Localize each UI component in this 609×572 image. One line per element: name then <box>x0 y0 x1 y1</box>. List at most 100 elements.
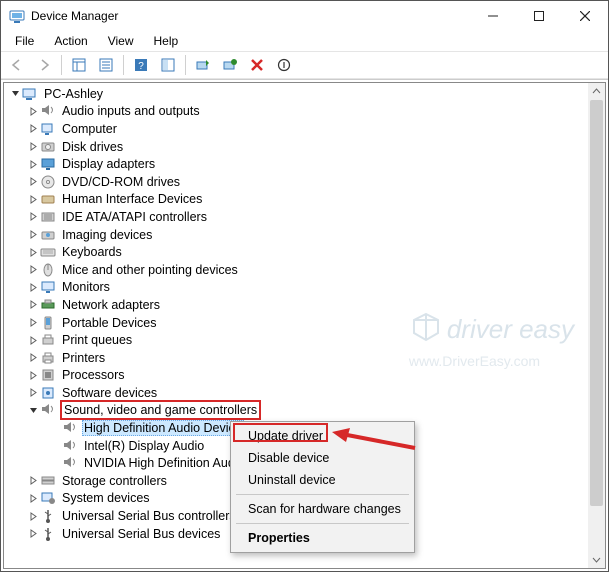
tree-item[interactable]: IDE ATA/ATAPI controllers <box>4 208 588 226</box>
back-button[interactable] <box>5 53 29 77</box>
ctx-properties[interactable]: Properties <box>234 527 411 549</box>
titlebar: Device Manager <box>1 1 608 31</box>
menu-action[interactable]: Action <box>44 32 97 50</box>
chevron-right-icon[interactable] <box>26 124 40 133</box>
chevron-right-icon[interactable] <box>26 107 40 116</box>
scroll-up-button[interactable] <box>588 83 605 100</box>
chevron-right-icon[interactable] <box>26 283 40 292</box>
menu-view[interactable]: View <box>98 32 144 50</box>
ctx-separator <box>236 523 409 524</box>
tree-item[interactable]: Display adapters <box>4 155 588 173</box>
tree-item[interactable]: Keyboards <box>4 243 588 261</box>
speaker-icon <box>62 420 78 436</box>
tree-item[interactable]: Monitors <box>4 279 588 297</box>
maximize-button[interactable] <box>516 1 562 31</box>
window-title: Device Manager <box>31 9 118 23</box>
toolbar-separator <box>185 55 186 75</box>
tree-item[interactable]: Computer <box>4 120 588 138</box>
tree-item[interactable]: Imaging devices <box>4 226 588 244</box>
chevron-right-icon[interactable] <box>26 142 40 151</box>
speaker-icon <box>40 103 56 119</box>
cpu-icon <box>40 367 56 383</box>
toolbar-separator <box>123 55 124 75</box>
menu-file[interactable]: File <box>5 32 44 50</box>
chevron-right-icon[interactable] <box>26 177 40 186</box>
speaker-icon <box>62 438 78 454</box>
ctx-update-driver[interactable]: Update driver <box>234 425 411 447</box>
chevron-right-icon[interactable] <box>26 230 40 239</box>
imaging-icon <box>40 227 56 243</box>
disk-icon <box>40 139 56 155</box>
ctx-uninstall-device[interactable]: Uninstall device <box>234 469 411 491</box>
tree-item[interactable]: DVD/CD-ROM drives <box>4 173 588 191</box>
chevron-right-icon[interactable] <box>26 212 40 221</box>
chevron-right-icon[interactable] <box>26 336 40 345</box>
tree-item-sound[interactable]: Sound, video and game controllers <box>4 402 588 420</box>
tree-item[interactable]: Human Interface Devices <box>4 191 588 209</box>
hid-icon <box>40 191 56 207</box>
chevron-right-icon[interactable] <box>26 265 40 274</box>
usb-icon <box>40 526 56 542</box>
tree-root[interactable]: PC-Ashley <box>4 85 588 103</box>
tree-item[interactable]: Software devices <box>4 384 588 402</box>
ide-icon <box>40 209 56 225</box>
storage-icon <box>40 473 56 489</box>
dvd-icon <box>40 174 56 190</box>
chevron-down-icon[interactable] <box>8 89 22 98</box>
chevron-right-icon[interactable] <box>26 318 40 327</box>
system-icon <box>40 490 56 506</box>
uninstall-button[interactable] <box>245 53 269 77</box>
chevron-right-icon[interactable] <box>26 371 40 380</box>
menubar: File Action View Help <box>1 31 608 51</box>
chevron-right-icon[interactable] <box>26 300 40 309</box>
tree-item[interactable]: Audio inputs and outputs <box>4 103 588 121</box>
vertical-scrollbar[interactable] <box>588 83 605 568</box>
tree-item[interactable]: Printers <box>4 349 588 367</box>
chevron-right-icon[interactable] <box>26 353 40 362</box>
computer-icon <box>40 121 56 137</box>
forward-button[interactable] <box>32 53 56 77</box>
tree-item[interactable]: Portable Devices <box>4 314 588 332</box>
toolbar: ? <box>1 51 608 79</box>
show-hidden-button[interactable] <box>67 53 91 77</box>
tree-item[interactable]: Disk drives <box>4 138 588 156</box>
pc-icon <box>22 86 38 102</box>
help-button[interactable]: ? <box>129 53 153 77</box>
portable-icon <box>40 315 56 331</box>
minimize-button[interactable] <box>470 1 516 31</box>
keyboard-icon <box>40 244 56 260</box>
chevron-right-icon[interactable] <box>26 476 40 485</box>
chevron-right-icon[interactable] <box>26 512 40 521</box>
chevron-right-icon[interactable] <box>26 529 40 538</box>
display-icon <box>40 156 56 172</box>
scroll-down-button[interactable] <box>588 551 605 568</box>
close-button[interactable] <box>562 1 608 31</box>
scan-hardware-button[interactable] <box>218 53 242 77</box>
view-button[interactable] <box>156 53 180 77</box>
chevron-right-icon[interactable] <box>26 160 40 169</box>
tree-item[interactable]: Print queues <box>4 331 588 349</box>
printer-icon <box>40 350 56 366</box>
tree-item[interactable]: Processors <box>4 367 588 385</box>
chevron-right-icon[interactable] <box>26 248 40 257</box>
scroll-thumb[interactable] <box>590 100 603 506</box>
svg-text:?: ? <box>138 61 144 72</box>
chevron-right-icon[interactable] <box>26 388 40 397</box>
chevron-down-icon[interactable] <box>26 406 40 415</box>
context-menu: Update driver Disable device Uninstall d… <box>230 421 415 553</box>
disable-button[interactable] <box>272 53 296 77</box>
tree-item[interactable]: Mice and other pointing devices <box>4 261 588 279</box>
ctx-scan-hardware[interactable]: Scan for hardware changes <box>234 498 411 520</box>
menu-help[interactable]: Help <box>144 32 189 50</box>
chevron-right-icon[interactable] <box>26 195 40 204</box>
update-driver-button[interactable] <box>191 53 215 77</box>
network-icon <box>40 297 56 313</box>
printqueue-icon <box>40 332 56 348</box>
highlighted-category: Sound, video and game controllers <box>60 400 261 420</box>
speaker-icon <box>40 402 56 418</box>
properties-button[interactable] <box>94 53 118 77</box>
chevron-right-icon[interactable] <box>26 494 40 503</box>
usb-icon <box>40 508 56 524</box>
tree-item[interactable]: Network adapters <box>4 296 588 314</box>
ctx-disable-device[interactable]: Disable device <box>234 447 411 469</box>
